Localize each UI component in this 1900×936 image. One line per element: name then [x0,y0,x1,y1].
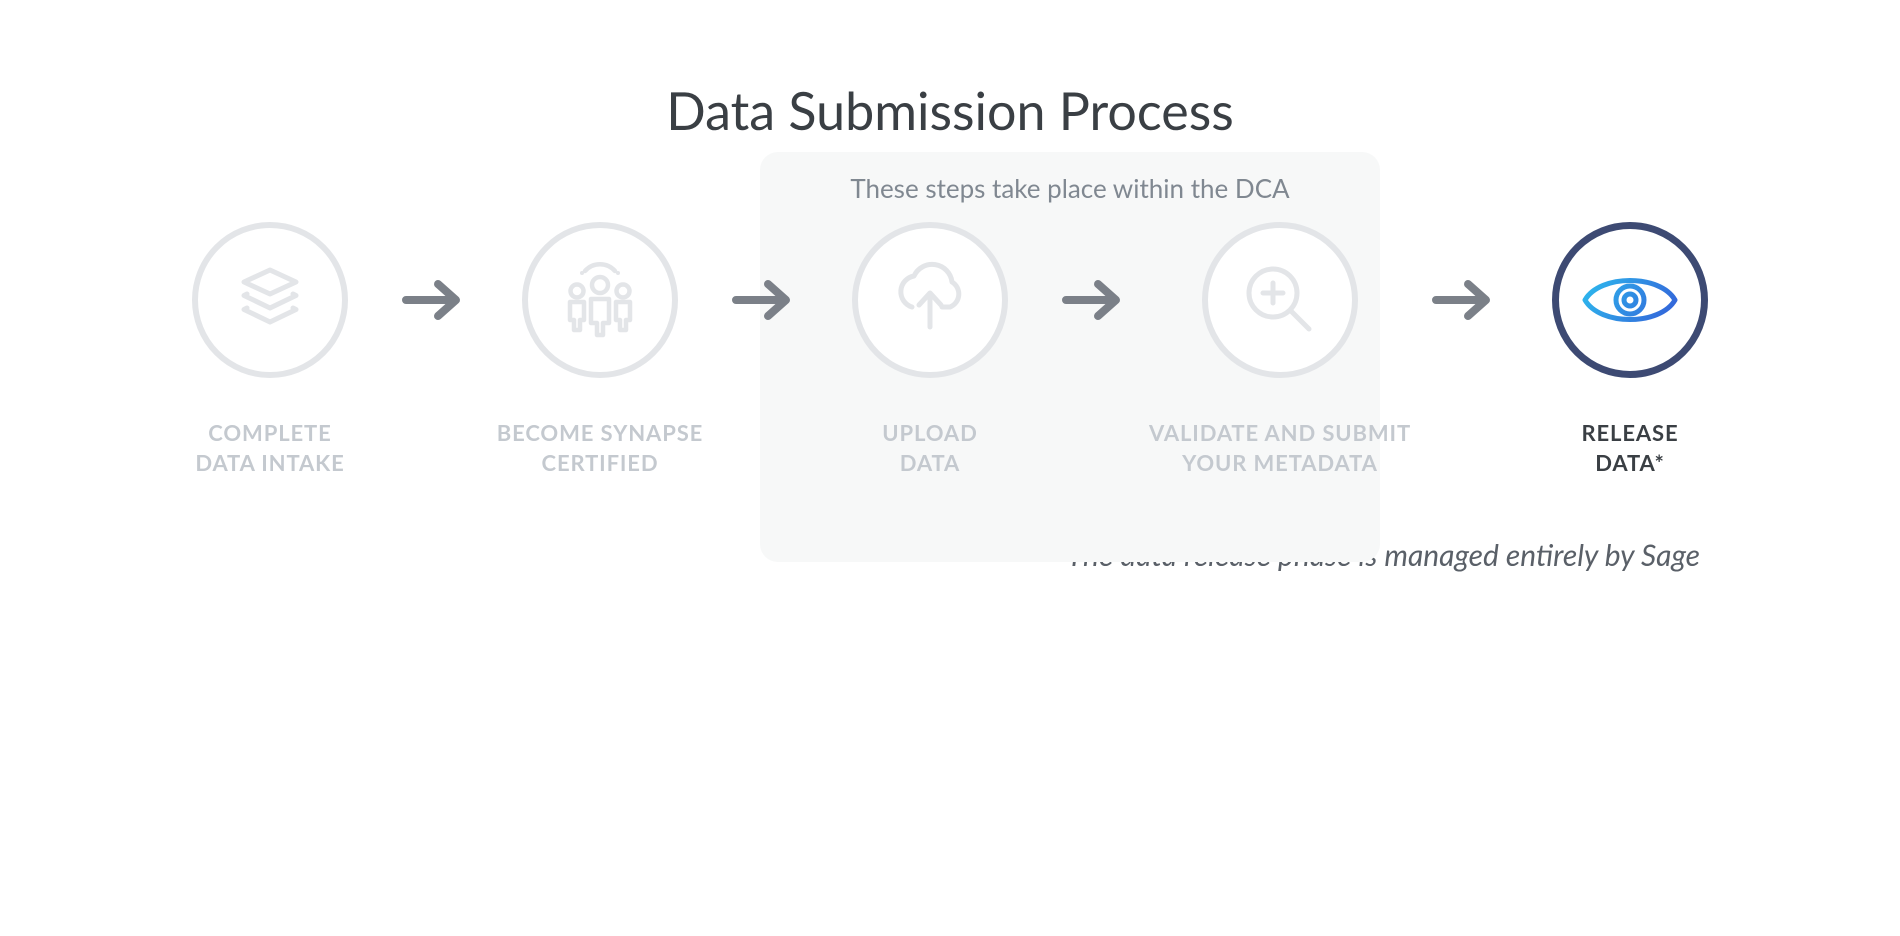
diagram-title: Data Submission Process [666,80,1233,142]
step-circle [852,222,1008,378]
step-circle-active [1552,222,1708,378]
step-label: UPLOAD DATA [882,418,977,477]
step-become-synapse-certified: BECOME SYNAPSE CERTIFIED [470,222,730,477]
eye-icon [1580,268,1680,332]
step-validate-submit-metadata: VALIDATE AND SUBMIT YOUR METADATA [1130,222,1430,477]
step-circle [522,222,678,378]
step-circle [1202,222,1358,378]
arrow [400,222,470,378]
step-complete-data-intake: COMPLETE DATA INTAKE [140,222,400,477]
step-circle [192,222,348,378]
arrow-right-icon [1060,276,1130,324]
magnify-plus-icon [1239,259,1321,341]
step-label: BECOME SYNAPSE CERTIFIED [497,418,703,477]
cloud-upload-icon [886,261,974,339]
step-label: RELEASE DATA* [1581,418,1678,477]
arrow-right-icon [1430,276,1500,324]
process-flow: These steps take place within the DCA CO… [140,222,1760,477]
arrow-right-icon [400,276,470,324]
arrow [730,222,800,378]
dca-caption: These steps take place within the DCA [760,152,1380,204]
step-upload-data: UPLOAD DATA [800,222,1060,477]
step-release-data: RELEASE DATA* [1500,222,1760,477]
step-label: COMPLETE DATA INTAKE [195,418,344,477]
people-icon [555,261,645,339]
layers-icon [230,260,310,340]
arrow [1060,222,1130,378]
step-label: VALIDATE AND SUBMIT YOUR METADATA [1149,418,1411,477]
arrow [1430,222,1500,378]
arrow-right-icon [730,276,800,324]
